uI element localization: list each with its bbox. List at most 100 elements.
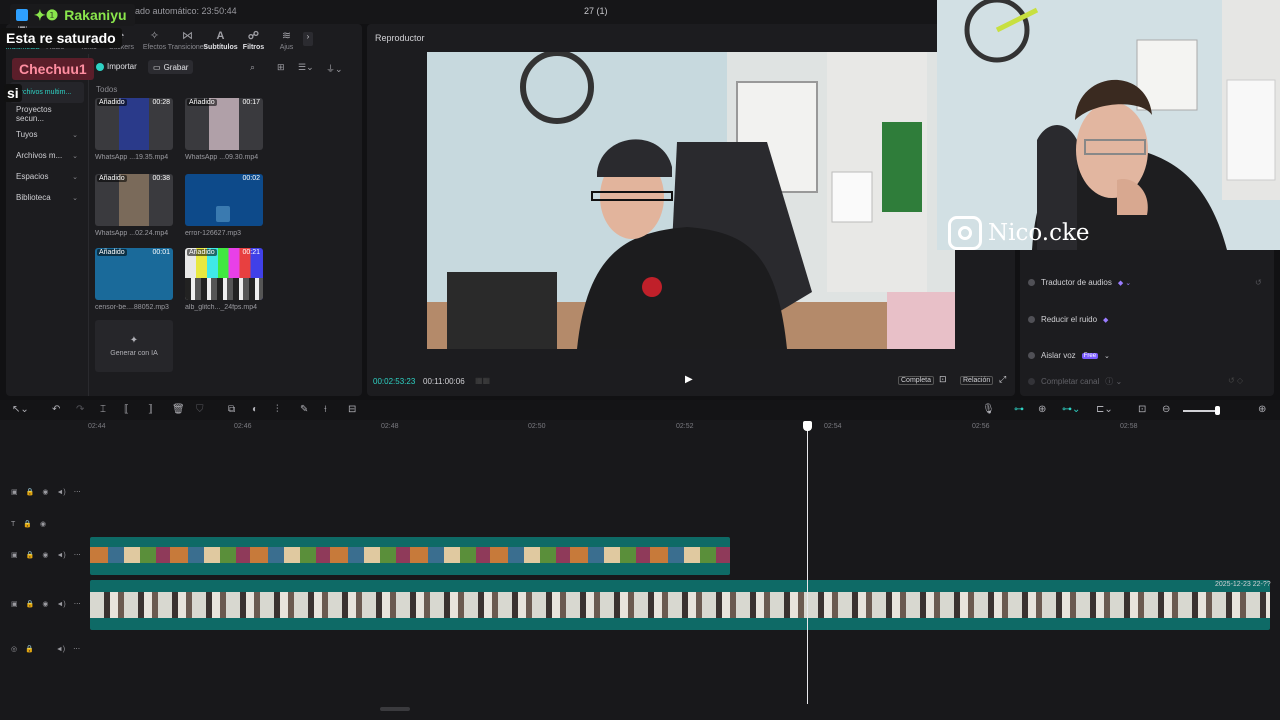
filter-icon[interactable]: ⏚⌄: [326, 62, 343, 75]
zoom-in-icon[interactable]: ⊕: [1258, 404, 1266, 415]
checkbox[interactable]: [1028, 279, 1035, 286]
webcam-overlay: [937, 0, 1280, 250]
link-icon[interactable]: ⊶: [1014, 404, 1024, 415]
premium-gem-icon: ◆ ⌄: [1117, 279, 1132, 287]
sidebar-item-label: Proyectos secun...: [16, 104, 52, 123]
checkbox[interactable]: [1028, 352, 1035, 359]
split-right-icon[interactable]: ⟧: [148, 404, 153, 415]
generate-ai-button[interactable]: ✦ Generar con IA: [95, 320, 173, 372]
tab-transitions[interactable]: ⋈ Transiciones: [168, 24, 207, 54]
more-tools-icon[interactable]: ⊟: [348, 404, 356, 415]
media-name: error-126627.mp3: [185, 230, 242, 237]
select-tool-icon[interactable]: ↖⌄: [12, 404, 29, 415]
player-title: Reproductor: [375, 33, 425, 43]
lock-icon[interactable]: 🔒: [26, 488, 35, 496]
media-thumbnail: Añadido 00:21: [185, 248, 263, 300]
media-item[interactable]: Añadido 00:38 WhatsApp ...02.24.mp4: [95, 174, 175, 237]
tab-subtitles[interactable]: A Subtítulos: [203, 24, 237, 54]
grid-view-icon[interactable]: ⊞: [277, 62, 285, 73]
noise-reduction-option[interactable]: Reducir el ruido ◆: [1028, 315, 1108, 324]
tab-effects[interactable]: ✧ Efectos: [138, 24, 171, 54]
sidebar-item-spaces[interactable]: Espacios ⌄: [10, 166, 84, 187]
more-icon[interactable]: ⋯: [74, 600, 81, 608]
audio-translator-option[interactable]: Traductor de audios ◆ ⌄: [1028, 278, 1131, 287]
play-button[interactable]: ▶: [685, 374, 693, 385]
zoom-slider-handle[interactable]: [1215, 406, 1220, 415]
audio-icon[interactable]: ◄): [56, 489, 65, 496]
sort-icon[interactable]: ☰⌄: [298, 62, 314, 73]
tabs-scroll-right-button[interactable]: ›: [303, 32, 313, 46]
media-item[interactable]: Añadido 00:21 alb_glitch..._24fps.mp4: [185, 248, 265, 311]
snap-icon[interactable]: ⊕: [1038, 404, 1046, 415]
mask-icon[interactable]: ◐: [252, 404, 258, 415]
lock-icon[interactable]: 🔒: [26, 600, 35, 608]
sidebar-item-yours[interactable]: Tuyos ⌄: [10, 124, 84, 145]
record-button[interactable]: ▭ Grabar: [148, 60, 194, 74]
timecode-toggle-icon[interactable]: ▦▦: [475, 376, 490, 385]
magic-icon[interactable]: ✎: [300, 404, 308, 415]
lock-icon[interactable]: 🔒: [25, 645, 34, 653]
split-icon[interactable]: ⌶: [100, 404, 106, 415]
media-item[interactable]: Añadido 00:17 WhatsApp ...09.30.mp4: [185, 98, 265, 161]
sidebar-item-secondary-projects[interactable]: Proyectos secun...: [10, 103, 84, 124]
microphone-icon[interactable]: 🎙: [982, 404, 995, 415]
sidebar-item-files[interactable]: Archivos m... ⌄: [10, 145, 84, 166]
playhead-handle[interactable]: [803, 421, 812, 431]
tab-adjust[interactable]: ≋ Ajus: [270, 24, 303, 54]
zoom-out-icon[interactable]: ⊖: [1162, 404, 1170, 415]
image-icon: [16, 9, 28, 21]
media-item[interactable]: Añadido 00:01 censor-be....88052.mp3: [95, 248, 175, 311]
freeze-icon[interactable]: ⟊: [324, 404, 327, 415]
search-icon[interactable]: ⌕: [250, 62, 255, 73]
audio-icon[interactable]: ◄): [56, 552, 65, 559]
eye-icon[interactable]: ◉: [42, 488, 48, 496]
isolate-voice-option[interactable]: Aislar voz Free ⌄: [1028, 351, 1110, 360]
effects-icon: ✧: [149, 30, 160, 42]
checkbox[interactable]: [1028, 316, 1035, 323]
import-icon: [96, 62, 104, 71]
aspect-ratio-button[interactable]: Relación: [960, 376, 994, 385]
fullscreen-icon[interactable]: ⤢: [999, 374, 1006, 385]
lock-icon[interactable]: 🔒: [26, 551, 35, 559]
panel-divider: [88, 54, 89, 396]
media-item[interactable]: Añadido 00:28 WhatsApp ...19.35.mp4: [95, 98, 175, 161]
more-icon[interactable]: ⋯: [74, 551, 81, 559]
audio-icon[interactable]: ◄): [56, 646, 65, 653]
timeline-clip[interactable]: [90, 537, 730, 575]
sidebar-item-label: Tuyos: [16, 130, 38, 139]
eye-icon[interactable]: ◉: [42, 600, 48, 608]
more-icon[interactable]: ⋯: [74, 488, 81, 496]
timeline-scrollbar[interactable]: [380, 707, 410, 711]
chat-message-text: si: [4, 84, 22, 102]
split-left-icon[interactable]: ⟦: [124, 404, 129, 415]
eye-icon[interactable]: ◉: [42, 551, 48, 559]
lock-icon[interactable]: 🔒: [23, 520, 32, 528]
project-title[interactable]: 27 (1): [584, 6, 608, 16]
import-button[interactable]: Importar: [96, 62, 137, 71]
video-preview[interactable]: [427, 52, 955, 349]
media-item[interactable]: 00:02 error-126627.mp3: [185, 174, 265, 237]
speed-icon[interactable]: ⫶: [276, 404, 279, 415]
eye-icon[interactable]: ◉: [40, 520, 46, 528]
snapshot-icon[interactable]: ⊡: [939, 374, 947, 385]
linkage-icon[interactable]: ⊶⌄: [1062, 404, 1080, 415]
undo-icon[interactable]: ↶: [52, 404, 60, 415]
crop-icon[interactable]: ⧉: [228, 404, 235, 415]
zoom-slider[interactable]: [1183, 410, 1219, 412]
tab-filters[interactable]: ☍ Filtros: [237, 24, 270, 54]
tab-label: Filtros: [242, 44, 265, 51]
timeline-clip[interactable]: [90, 580, 1270, 630]
reset-icon[interactable]: ↺: [1255, 278, 1262, 287]
full-quality-button[interactable]: Completa: [898, 376, 934, 385]
preview-axis-icon[interactable]: ⊏⌄: [1096, 404, 1113, 415]
delete-icon[interactable]: 🗑: [172, 404, 185, 415]
more-icon[interactable]: ⋯: [73, 645, 80, 653]
media-duration: 00:28: [152, 99, 170, 106]
time-ruler[interactable]: 02:44 02:46 02:48 02:50 02:52 02:54 02:5…: [88, 420, 1274, 436]
audio-icon[interactable]: ◄): [56, 601, 65, 608]
track-header-video-2: ▣ 🔒 ◉ ◄) ⋯: [6, 551, 88, 560]
sidebar-item-library[interactable]: Biblioteca ⌄: [10, 187, 84, 208]
playhead[interactable]: [807, 424, 808, 704]
caption-icon[interactable]: ⊡: [1138, 404, 1146, 415]
media-name: censor-be....88052.mp3: [95, 304, 169, 311]
